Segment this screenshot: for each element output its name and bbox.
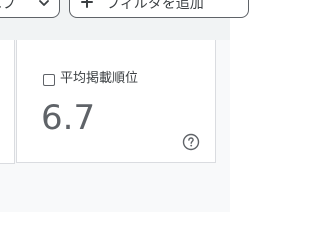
- chevron-down-icon: [39, 0, 49, 6]
- average-position-card[interactable]: 平均掲載順位 6.7: [16, 40, 216, 163]
- search-type-filter-chip[interactable]: エブ: [0, 0, 60, 18]
- filter-toolbar: エブ フィルタを追加: [0, 0, 249, 40]
- add-filter-button[interactable]: フィルタを追加: [69, 0, 249, 18]
- plus-icon: [81, 0, 93, 8]
- metric-checkbox[interactable]: [43, 74, 55, 86]
- search-type-filter-label: エブ: [0, 0, 16, 12]
- metric-value: 6.7: [41, 98, 96, 138]
- previous-metric-card[interactable]: [0, 40, 15, 164]
- add-filter-label: フィルタを追加: [106, 0, 204, 12]
- metrics-panel: 平均掲載順位 6.7: [0, 40, 230, 212]
- metric-label: 平均掲載順位: [60, 71, 139, 86]
- help-circle-icon[interactable]: [182, 133, 200, 151]
